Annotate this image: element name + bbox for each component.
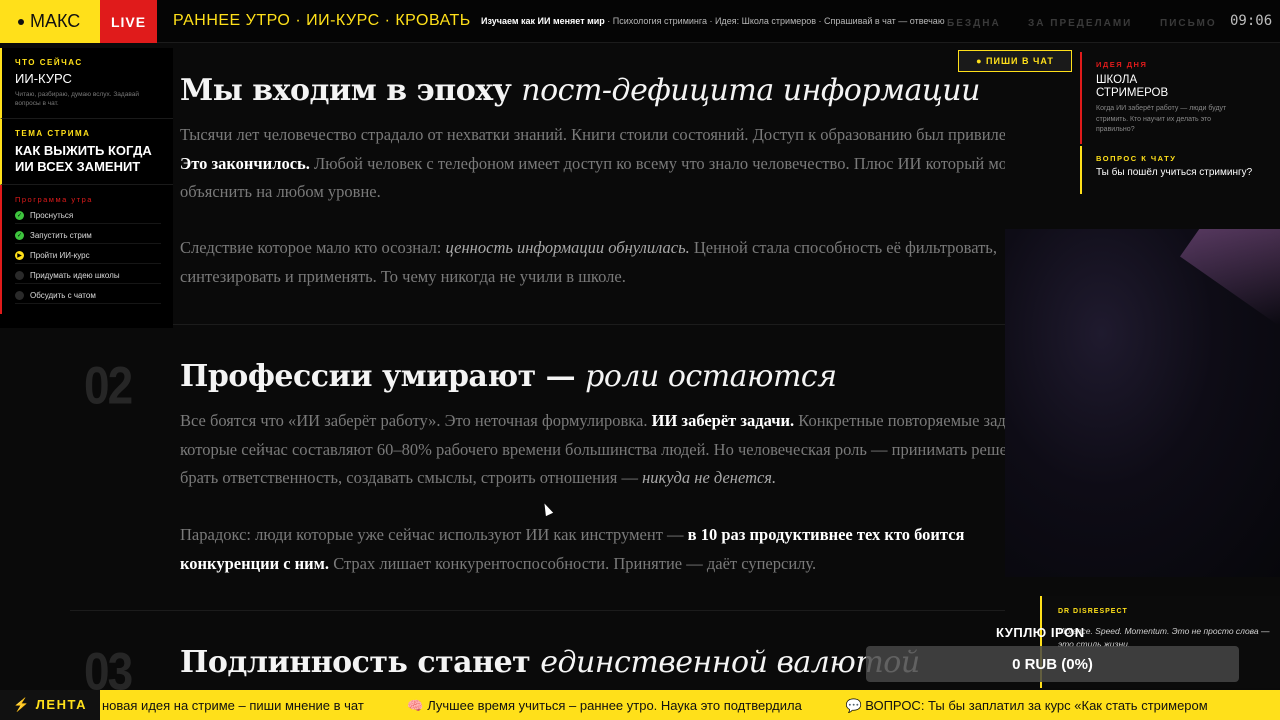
section-3-heading-italic: единственной валютой (540, 645, 920, 680)
program-block: Программа утра ✓ Проснуться ✓ Запустить ст… (0, 185, 173, 315)
section-1-heading-italic: пост-дефицита информации (521, 73, 980, 108)
section-1-paragraph-1: Тысячи лет человечество страдало от нехв… (180, 121, 1005, 207)
show-title: РАННЕЕ УТРО · ИИ-КУРС · КРОВАТЬ (173, 12, 471, 29)
pending-dot-icon (15, 271, 24, 281)
now-block: ЧТО СЕЙЧАС ИИ-КУРС Читаю, разбираю, дума… (0, 48, 173, 120)
ticker-track: новая идея на стриме – пиши мнение в чат… (102, 698, 1248, 714)
idea-subtitle: Когда ИИ заберёт работу — люди будут стр… (1096, 105, 1227, 134)
program-item-label: Пройти ИИ-курс (30, 251, 90, 261)
text-span: Страх лишает конкурентоспособности. Прин… (329, 553, 817, 573)
program-item: ▶ Пройти ИИ-курс (15, 251, 161, 265)
idea-title: ШКОЛА СТРИМЕРОВ (1096, 74, 1169, 100)
program-item-label: Придумать идею школы (30, 271, 120, 281)
section-divider (70, 324, 1005, 325)
donation-goal-label: КУПЛЮ IPON (996, 625, 1085, 640)
top-bar: МАКС LIVE РАННЕЕ УТРО · ИИ-КУРС · КРОВАТ… (0, 0, 1280, 43)
webcam-glare (1180, 229, 1280, 326)
top-ticker-main: Изучаем как ИИ меняет мир (481, 16, 605, 26)
question-text: Ты бы пошёл учиться стримингу? (1096, 167, 1253, 178)
topic-title: КАК ВЫЖИТЬ КОГДА ИИ ВСЕХ ЗАМЕНИТ (15, 143, 152, 174)
text-bold: Это закончилось. (180, 153, 310, 173)
check-icon: ✓ (15, 211, 24, 221)
question-label: ВОПРОС К ЧАТУ (1096, 154, 1177, 163)
program-item: Придумать идею школы (15, 271, 161, 285)
clock: 09:06 (1230, 13, 1273, 29)
ticker-item: 💬 ВОПРОС: Ты бы заплатил за курс «Как ст… (845, 698, 1208, 713)
pending-dot-icon (15, 291, 24, 301)
program-item-label: Обсудить с чатом (30, 291, 96, 301)
question-to-chat: ВОПРОС К ЧАТУ Ты бы пошёл учиться стрими… (1080, 146, 1280, 194)
program-item-label: Запустить стрим (30, 231, 92, 241)
text-span: Парадокс: люди которые уже сейчас исполь… (180, 525, 688, 544)
now-label: ЧТО СЕЙЧАС (15, 58, 83, 67)
text-span: Все боятся что «ИИ заберёт работу». Это … (180, 411, 652, 430)
now-subtitle: Читаю, разбираю, думаю вслух. Задавай во… (15, 91, 139, 108)
program-item: Обсудить с чатом (15, 291, 161, 305)
section-divider (70, 610, 1005, 611)
topic-block: ТЕМА СТРИМА КАК ВЫЖИТЬ КОГДА ИИ ВСЕХ ЗАМ… (0, 119, 173, 186)
text-italic: никуда не денется. (642, 468, 777, 487)
check-icon: ✓ (15, 231, 24, 241)
live-badge: LIVE (100, 0, 157, 43)
nav-link-beyond[interactable]: ЗА ПРЕДЕЛАМИ (1028, 18, 1132, 29)
donation-goal-bar: 0 RUB (0%) (866, 646, 1239, 682)
brand-logo[interactable]: МАКС (0, 0, 100, 43)
ticker-item: 🧠 Лучшее время учиться – раннее утро. На… (407, 698, 802, 713)
brand-dot-icon (18, 18, 24, 25)
text-bold: ИИ заберёт задачи. (651, 411, 795, 430)
ticker-label: ⚡ ЛЕНТА (0, 690, 100, 720)
section-3-heading: Подлинность станет единственной валютой (180, 645, 920, 680)
top-ticker: Изучаем как ИИ меняет мир · Психология с… (481, 16, 945, 26)
section-1-paragraph-2: Следствие которое мало кто осознал: ценн… (180, 234, 1005, 291)
idea-of-day: ИДЕЯ ДНЯ ШКОЛА СТРИМЕРОВ Когда ИИ заберё… (1080, 52, 1280, 144)
write-in-chat-button[interactable]: ● ПИШИ В ЧАТ (958, 50, 1072, 72)
text-span: Следствие которое мало кто осознал: (180, 238, 446, 257)
section-2-heading-italic: роли остаются (585, 359, 837, 394)
program-item: ✓ Запустить стрим (15, 231, 161, 245)
section-2-number: 02 (84, 355, 133, 415)
news-ticker: новая идея на стриме – пиши мнение в чат… (0, 690, 1280, 720)
left-panel: ЧТО СЕЙЧАС ИИ-КУРС Читаю, разбираю, дума… (0, 48, 173, 328)
text-span: Тысячи лет человечество страдало от нехв… (180, 125, 1005, 144)
text-italic: ценность информации обнулилась. (445, 238, 690, 257)
program-item: ✓ Проснуться (15, 211, 161, 225)
brand-name: МАКС (30, 11, 81, 31)
idea-label: ИДЕЯ ДНЯ (1096, 60, 1148, 69)
section-2-paragraph-2: Парадокс: люди которые уже сейчас исполь… (180, 521, 1005, 578)
ticker-item: новая идея на стриме – пиши мнение в чат (102, 698, 364, 713)
section-3-number: 03 (84, 641, 133, 690)
program-item-label: Проснуться (30, 211, 74, 221)
topic-label: ТЕМА СТРИМА (15, 129, 91, 139)
now-title: ИИ-КУРС (15, 71, 72, 86)
section-1-heading-plain: Мы входим в эпоху (180, 73, 522, 108)
section-2-heading-plain: Профессии умирают — (180, 359, 586, 394)
section-1-heading: Мы входим в эпоху пост-дефицита информац… (180, 73, 980, 108)
nav-link-abyss[interactable]: БЕЗДНА (947, 18, 1001, 29)
donor-name: DR DISRESPECT (1058, 608, 1128, 615)
program-label: Программа утра (15, 195, 93, 205)
play-icon: ▶ (15, 251, 24, 261)
webcam-feed (1005, 229, 1280, 577)
section-2-heading: Профессии умирают — роли остаются (180, 359, 837, 394)
nav-link-letter[interactable]: ПИСЬМО (1160, 18, 1217, 29)
section-3-heading-plain: Подлинность станет (180, 645, 541, 680)
top-ticker-rest: · Психология стриминга · Идея: Школа стр… (604, 16, 945, 26)
section-2-paragraph-1: Все боятся что «ИИ заберёт работу». Это … (180, 407, 1005, 493)
